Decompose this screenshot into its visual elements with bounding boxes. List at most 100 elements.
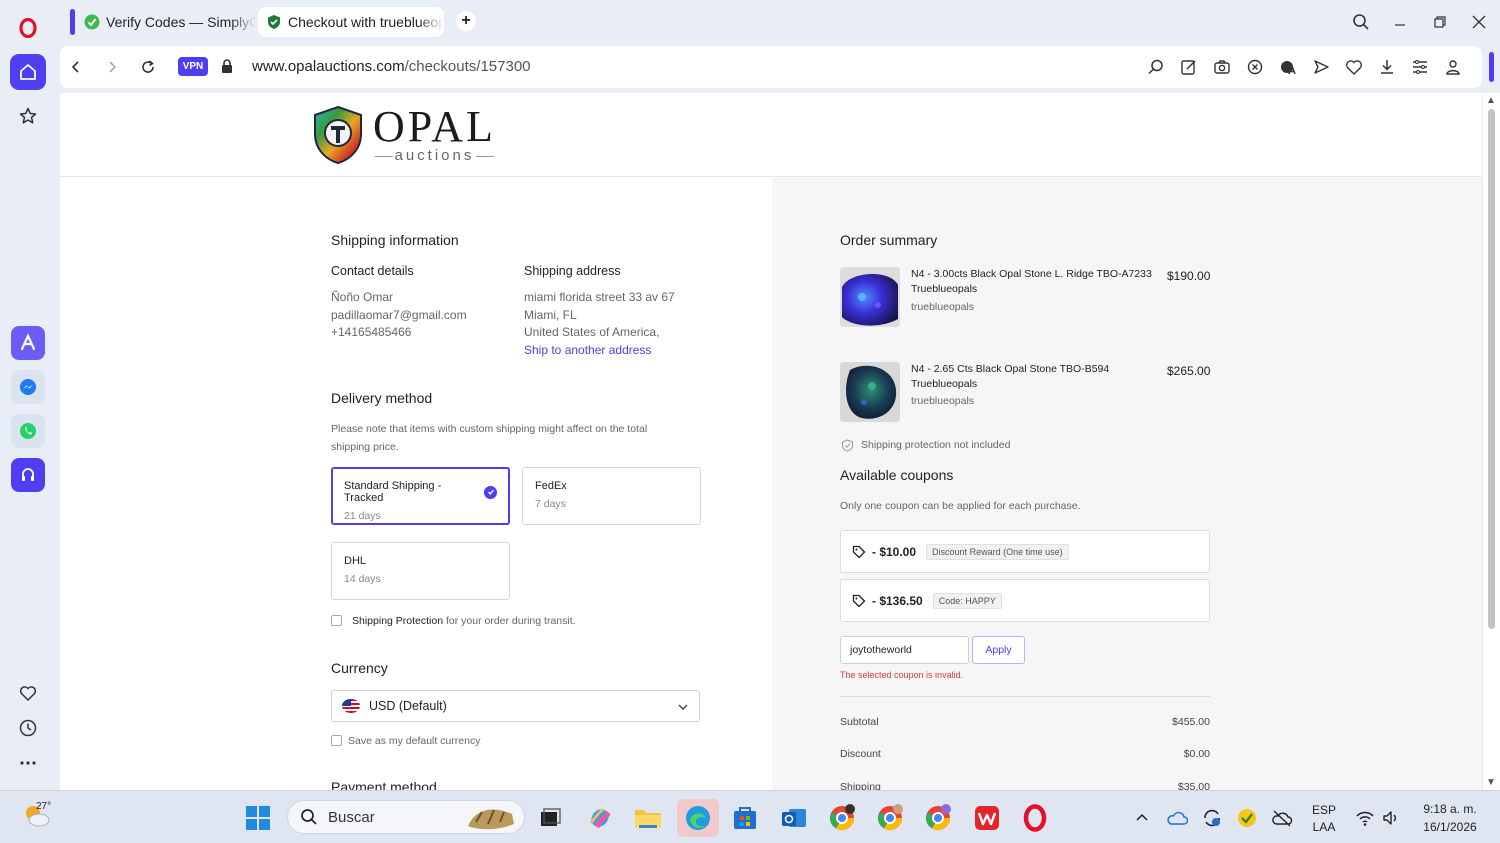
logo-subtitle: auctions xyxy=(373,147,496,164)
shipping-address-label: Shipping address xyxy=(524,264,621,278)
lock-icon[interactable] xyxy=(220,58,234,79)
taskbar-search[interactable]: Buscar xyxy=(287,800,525,834)
ship-to-another-address-link[interactable]: Ship to another address xyxy=(524,343,651,357)
currency-select[interactable]: USD (Default) xyxy=(331,690,700,722)
language-indicator[interactable]: ESP LAA xyxy=(1306,803,1342,834)
coupon-tag: Code: HAPPY xyxy=(932,592,1002,609)
shipping-protection-rest: for your order during transit. xyxy=(443,615,576,627)
shipping-protection-checkbox[interactable] xyxy=(331,615,342,626)
windows-start-icon[interactable] xyxy=(244,804,272,832)
cloud-offline-icon[interactable] xyxy=(1268,804,1296,832)
send-flow-icon[interactable] xyxy=(1311,57,1331,77)
onedrive-icon[interactable] xyxy=(1163,804,1191,832)
opera-taskbar-icon[interactable] xyxy=(1021,804,1049,832)
search-icon xyxy=(301,809,317,825)
heart-icon[interactable] xyxy=(10,675,46,711)
shipping-protection-note: Shipping protection not included xyxy=(861,439,1011,451)
site-logo[interactable]: OPAL auctions xyxy=(313,105,496,164)
product-image-opal-1[interactable] xyxy=(840,267,900,327)
translate-icon[interactable] xyxy=(1278,57,1298,77)
chrome-profile-1-icon[interactable] xyxy=(828,804,856,832)
shipping-option-name: DHL xyxy=(344,555,367,567)
task-view-icon[interactable] xyxy=(536,804,564,832)
new-tab-button[interactable]: + xyxy=(456,11,476,31)
security-shield-icon[interactable] xyxy=(1233,804,1261,832)
address-line-1: miami florida street 33 av 67 xyxy=(524,290,675,304)
history-clock-icon[interactable] xyxy=(10,710,46,746)
minimize-button[interactable] xyxy=(1390,12,1410,32)
vpn-badge[interactable]: VPN xyxy=(178,57,208,76)
chrome-profile-3-icon[interactable] xyxy=(924,804,952,832)
edge-icon[interactable] xyxy=(677,799,719,837)
messenger-icon[interactable] xyxy=(11,370,45,404)
copilot-icon[interactable] xyxy=(586,804,614,832)
ad-blocker-icon[interactable] xyxy=(1245,57,1265,77)
more-dots-icon[interactable] xyxy=(10,745,46,781)
product-1-name[interactable]: N4 - 3.00cts Black Opal Stone L. Ridge T… xyxy=(911,268,1152,280)
contact-details-label: Contact details xyxy=(331,264,414,278)
whatsapp-icon[interactable] xyxy=(11,414,45,448)
wifi-icon[interactable] xyxy=(1351,804,1379,832)
scroll-up-arrow-icon[interactable]: ▲ xyxy=(1486,95,1496,106)
save-default-currency-checkbox[interactable] xyxy=(331,735,342,746)
aria-app-icon[interactable] xyxy=(11,326,45,360)
system-clock[interactable]: 9:18 a. m. 16/1/2026 xyxy=(1410,802,1490,834)
url-field[interactable]: www.opalauctions.com/checkouts/157300 xyxy=(252,58,531,75)
file-explorer-icon[interactable] xyxy=(634,804,662,832)
sidebar-toggle[interactable] xyxy=(1489,52,1494,82)
shipping-info-heading: Shipping information xyxy=(331,232,459,248)
page-scrollbar[interactable]: ▲ ▼ xyxy=(1483,93,1500,790)
coupon-card-reward[interactable]: - $10.00 Discount Reward (One time use) xyxy=(840,530,1210,573)
coupons-note: Only one coupon can be applied for each … xyxy=(840,500,1081,512)
tab-checkout[interactable]: Checkout with trueblueop xyxy=(258,7,444,37)
edit-icon[interactable] xyxy=(1179,57,1199,77)
coupon-card-happy[interactable]: - $136.50 Code: HAPPY xyxy=(840,579,1210,622)
wps-office-icon[interactable] xyxy=(973,804,1001,832)
scroll-down-arrow-icon[interactable]: ▼ xyxy=(1486,777,1496,788)
tab-strip: Verify Codes — SimplyCo Checkout with tr… xyxy=(56,0,1500,44)
subtotal-label: Subtotal xyxy=(840,716,879,728)
subtotal-row: Subtotal $455.00 xyxy=(840,716,1210,728)
shipping-option-standard[interactable]: Standard Shipping - Tracked 21 days xyxy=(331,467,510,525)
volume-icon[interactable] xyxy=(1377,804,1405,832)
close-window-button[interactable] xyxy=(1469,12,1489,32)
microsoft-store-icon[interactable] xyxy=(731,804,759,832)
language-line-2: LAA xyxy=(1312,820,1336,834)
forward-button[interactable] xyxy=(102,57,122,77)
bookmark-heart-icon[interactable] xyxy=(1344,57,1364,77)
downloads-icon[interactable] xyxy=(1377,57,1397,77)
chrome-profile-2-icon[interactable] xyxy=(876,804,904,832)
music-player-icon[interactable] xyxy=(11,458,45,492)
speed-dial-star-icon[interactable] xyxy=(10,98,46,134)
show-hidden-icons-chevron-up-icon[interactable] xyxy=(1128,804,1156,832)
apply-coupon-button[interactable]: Apply xyxy=(972,636,1025,664)
contact-name: Ñoño Omar xyxy=(331,290,394,304)
profile-icon[interactable] xyxy=(1443,57,1463,77)
restore-button[interactable] xyxy=(1430,12,1450,32)
sync-icon[interactable] xyxy=(1198,804,1226,832)
easy-setup-icon[interactable] xyxy=(1410,57,1430,77)
product-image-opal-2[interactable] xyxy=(840,362,900,422)
shipping-value: $35.00 xyxy=(1177,781,1210,790)
search-page-icon[interactable] xyxy=(1146,57,1166,77)
coupon-code-input[interactable]: joytotheworld xyxy=(840,636,969,664)
tab-search-icon[interactable] xyxy=(1351,12,1371,32)
currency-selected-value: USD (Default) xyxy=(369,699,447,713)
shipping-label: Shipping xyxy=(840,781,881,790)
back-button[interactable] xyxy=(66,57,86,77)
shipping-option-dhl[interactable]: DHL 14 days xyxy=(331,542,510,600)
scrollbar-thumb[interactable] xyxy=(1488,109,1495,629)
shipping-option-fedex[interactable]: FedEx 7 days xyxy=(522,467,701,525)
outlook-icon[interactable] xyxy=(780,804,808,832)
price-tag-icon xyxy=(852,545,866,558)
home-icon[interactable] xyxy=(10,54,46,90)
reload-button[interactable] xyxy=(138,57,158,77)
opera-logo-icon[interactable] xyxy=(10,10,46,46)
delivery-note-line2: shipping price. xyxy=(331,441,399,453)
product-1-price: $190.00 xyxy=(1167,269,1211,283)
address-bar: VPN www.opalauctions.com/checkouts/15730… xyxy=(60,46,1494,88)
tab-verify-codes[interactable]: Verify Codes — SimplyCo xyxy=(70,7,256,37)
product-2-name[interactable]: N4 - 2.65 Cts Black Opal Stone TBO-B594 xyxy=(911,363,1109,375)
camera-snapshot-icon[interactable] xyxy=(1212,57,1232,77)
coupon-tag: Discount Reward (One time use) xyxy=(926,543,1069,560)
